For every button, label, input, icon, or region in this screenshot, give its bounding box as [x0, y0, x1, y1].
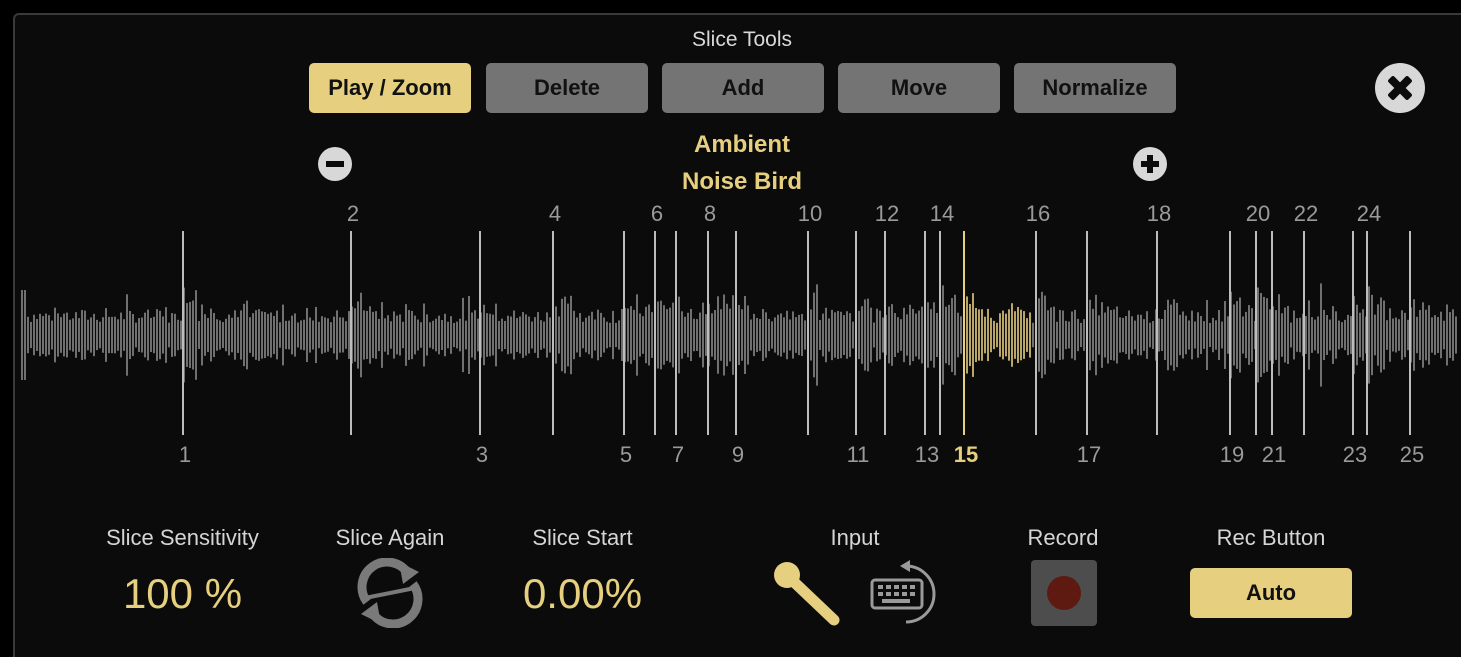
slice-label: 23 [1343, 442, 1367, 467]
slice-label: 10 [798, 201, 822, 226]
input-label: Input [830, 525, 880, 550]
normalize-button[interactable]: Normalize [1014, 63, 1176, 113]
slice-label: 12 [875, 201, 899, 226]
refresh-icon[interactable] [355, 558, 425, 628]
microphone-icon[interactable] [770, 558, 845, 630]
slice-sensitivity-label: Slice Sensitivity [106, 525, 259, 550]
slice-label: 6 [651, 201, 663, 226]
waveform-display[interactable]: 1234567891011121314151617181920212223242… [0, 195, 1461, 475]
slice-label: 8 [704, 201, 716, 226]
slice-label: 13 [915, 442, 939, 467]
sample-name-line2: Noise Bird [681, 168, 803, 195]
keyboard-loop-icon[interactable] [866, 558, 941, 630]
slice-sensitivity-value[interactable]: 100 % [80, 570, 285, 618]
sample-name-line1: Ambient [694, 131, 790, 158]
delete-button[interactable]: Delete [486, 63, 648, 113]
slice-label: 25 [1400, 442, 1424, 467]
slice-again-label: Slice Again [335, 525, 445, 550]
slice-label: 22 [1294, 201, 1318, 226]
slice-label: 19 [1220, 442, 1244, 467]
record-icon [1047, 576, 1081, 610]
slice-label: 1 [179, 442, 191, 467]
play-zoom-button[interactable]: Play / Zoom [309, 63, 471, 113]
slice-start-label: Slice Start [532, 525, 633, 550]
panel-title: Slice Tools [692, 28, 792, 51]
slice-label: 2 [347, 201, 359, 226]
slice-label: 20 [1246, 201, 1270, 226]
slice-label: 14 [930, 201, 954, 226]
minus-icon[interactable] [318, 147, 352, 181]
slice-label: 3 [476, 442, 488, 467]
slice-label: 21 [1262, 442, 1286, 467]
waveform-bars [21, 283, 1457, 387]
slice-label: 24 [1357, 201, 1381, 226]
slice-label: 17 [1077, 442, 1101, 467]
move-button[interactable]: Move [838, 63, 1000, 113]
slice-label: 15 [954, 442, 978, 467]
slice-start-value[interactable]: 0.00% [500, 570, 665, 618]
add-button[interactable]: Add [662, 63, 824, 113]
slice-label: 16 [1026, 201, 1050, 226]
rec-auto-button[interactable]: Auto [1190, 568, 1352, 618]
record-label: Record [1027, 525, 1099, 550]
slice-label: 9 [732, 442, 744, 467]
slice-label: 5 [620, 442, 632, 467]
slice-label: 7 [672, 442, 684, 467]
slice-label: 4 [549, 201, 561, 226]
plus-icon[interactable] [1133, 147, 1167, 181]
close-icon[interactable] [1375, 63, 1425, 113]
slice-label: 18 [1147, 201, 1171, 226]
slice-label: 11 [847, 442, 870, 467]
rec-button-label: Rec Button [1216, 525, 1326, 550]
record-button[interactable] [1031, 560, 1097, 626]
